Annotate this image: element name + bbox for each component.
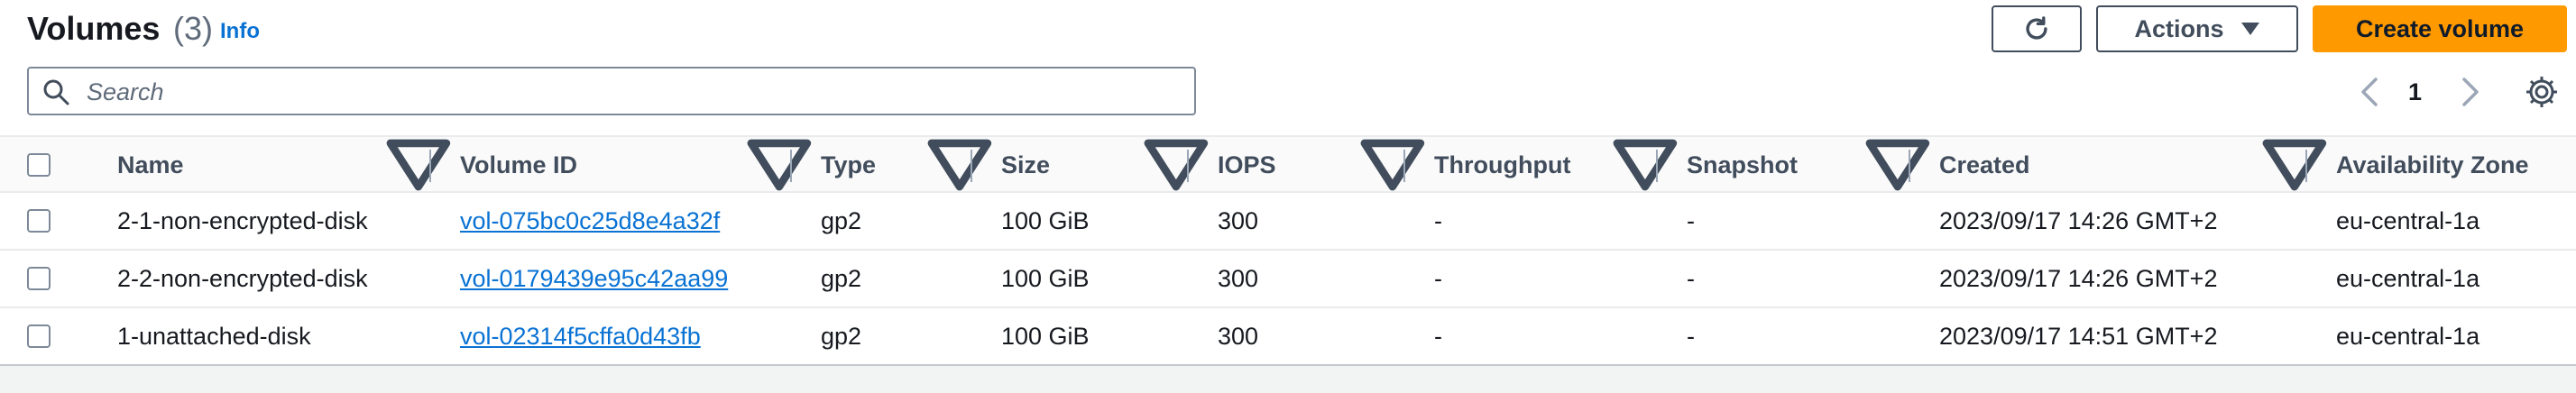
- cell-name: 2-1-non-encrypted-disk: [117, 206, 368, 234]
- column-divider[interactable]: [790, 150, 792, 182]
- cell-iops: 300: [1218, 206, 1259, 234]
- cell-type: gp2: [821, 322, 862, 350]
- column-header-iops[interactable]: IOPS: [1218, 137, 1276, 193]
- info-link[interactable]: Info: [220, 18, 260, 45]
- actions-dropdown-button[interactable]: Actions: [2096, 5, 2298, 52]
- row-checkbox[interactable]: [27, 209, 51, 233]
- column-divider[interactable]: [429, 150, 431, 182]
- sort-icon[interactable]: [384, 137, 453, 193]
- previous-page-icon[interactable]: [2356, 76, 2385, 108]
- table-row[interactable]: 1-unattached-disk vol-02314f5cffa0d43fb …: [0, 308, 2576, 366]
- table-row[interactable]: 2-2-non-encrypted-disk vol-0179439e95c42…: [0, 251, 2576, 308]
- page-number[interactable]: 1: [2408, 76, 2422, 108]
- column-header-snapshot[interactable]: Snapshot: [1687, 137, 1798, 193]
- volume-count: (3): [173, 10, 213, 47]
- caret-down-icon: [2240, 23, 2259, 35]
- sort-icon[interactable]: [745, 137, 814, 193]
- volume-id-link[interactable]: vol-02314f5cffa0d43fb: [460, 323, 701, 351]
- cell-snapshot: -: [1687, 322, 1695, 350]
- page-title: Volumes: [27, 10, 161, 47]
- sort-icon[interactable]: [1863, 137, 1932, 193]
- cell-snapshot: -: [1687, 206, 1695, 234]
- volume-id-link[interactable]: vol-0179439e95c42aa99: [460, 265, 728, 293]
- cell-created: 2023/09/17 14:51 GMT+2: [1939, 322, 2218, 350]
- cell-created: 2023/09/17 14:26 GMT+2: [1939, 264, 2218, 292]
- row-checkbox[interactable]: [27, 324, 51, 348]
- row-checkbox[interactable]: [27, 267, 51, 290]
- refresh-icon: [2026, 16, 2047, 40]
- cell-availability-zone: eu-central-1a: [2336, 206, 2480, 234]
- sort-icon[interactable]: [925, 137, 994, 193]
- cell-name: 2-2-non-encrypted-disk: [117, 264, 368, 292]
- actions-label: Actions: [2134, 14, 2224, 42]
- cell-size: 100 GiB: [1001, 264, 1090, 292]
- volume-id-link[interactable]: vol-075bc0c25d8e4a32f: [460, 207, 720, 235]
- column-header-name[interactable]: Name: [117, 137, 184, 193]
- cell-throughput: -: [1434, 322, 1442, 350]
- cell-size: 100 GiB: [1001, 322, 1090, 350]
- sort-icon[interactable]: [1611, 137, 1679, 193]
- column-divider[interactable]: [1187, 150, 1189, 182]
- refresh-button[interactable]: [1992, 5, 2082, 52]
- gear-icon[interactable]: [2524, 74, 2560, 110]
- column-divider[interactable]: [2305, 150, 2307, 182]
- cell-availability-zone: eu-central-1a: [2336, 322, 2480, 350]
- column-header-type[interactable]: Type: [821, 137, 876, 193]
- cell-name: 1-unattached-disk: [117, 322, 311, 350]
- column-header-size[interactable]: Size: [1001, 137, 1050, 193]
- cell-throughput: -: [1434, 206, 1442, 234]
- column-divider[interactable]: [1403, 150, 1405, 182]
- sort-icon[interactable]: [2260, 137, 2329, 193]
- column-divider[interactable]: [971, 150, 972, 182]
- cell-throughput: -: [1434, 264, 1442, 292]
- search-icon: [43, 79, 69, 105]
- next-page-icon[interactable]: [2455, 76, 2484, 108]
- sort-icon[interactable]: [1358, 137, 1427, 193]
- column-header-availability-zone[interactable]: Availability Zone: [2336, 137, 2529, 193]
- cell-size: 100 GiB: [1001, 206, 1090, 234]
- volumes-table: Name Volume ID Type Size IOPS Throughput…: [0, 135, 2576, 366]
- cell-type: gp2: [821, 206, 862, 234]
- column-divider[interactable]: [1656, 150, 1658, 182]
- column-header-volume-id[interactable]: Volume ID: [460, 137, 577, 193]
- cell-iops: 300: [1218, 322, 1259, 350]
- table-header: Name Volume ID Type Size IOPS Throughput…: [0, 135, 2576, 193]
- cell-created: 2023/09/17 14:26 GMT+2: [1939, 206, 2218, 234]
- create-volume-button[interactable]: Create volume: [2313, 5, 2567, 52]
- search-input[interactable]: [85, 74, 1171, 110]
- cell-type: gp2: [821, 264, 862, 292]
- cell-iops: 300: [1218, 264, 1259, 292]
- search-field[interactable]: [27, 67, 1196, 115]
- table-row[interactable]: 2-1-non-encrypted-disk vol-075bc0c25d8e4…: [0, 193, 2576, 251]
- cell-availability-zone: eu-central-1a: [2336, 264, 2480, 292]
- cell-snapshot: -: [1687, 264, 1695, 292]
- select-all-checkbox[interactable]: [27, 153, 51, 177]
- column-header-throughput[interactable]: Throughput: [1434, 137, 1570, 193]
- page-footer-background: [0, 366, 2576, 393]
- column-header-created[interactable]: Created: [1939, 137, 2030, 193]
- sort-icon[interactable]: [1142, 137, 1210, 193]
- column-divider[interactable]: [1909, 150, 1910, 182]
